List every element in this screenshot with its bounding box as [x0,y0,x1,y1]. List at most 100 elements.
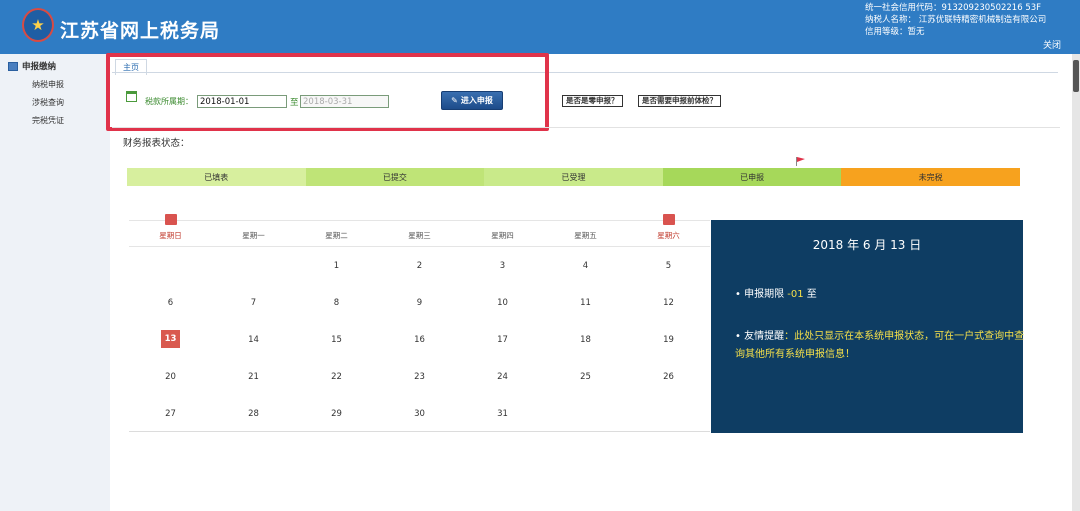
calendar-day-number: 26 [663,372,674,382]
calendar-day-number: 5 [665,261,672,271]
calendar-day[interactable]: 26 [627,372,710,382]
calendar-day[interactable]: 11 [544,298,627,308]
enter-declaration-label: 进入申报 [460,96,493,105]
taxpayer-name: 纳税人名称： 江苏优联特精密机械制造有限公司 [865,15,1047,25]
vertical-scrollbar[interactable] [1072,54,1080,511]
calendar-day[interactable]: 10 [461,298,544,308]
calendar-day[interactable]: 23 [378,372,461,382]
calendar-day[interactable]: 4 [544,261,627,271]
weekend-marker-icon [662,214,675,225]
calendar-day[interactable]: 1 [295,261,378,271]
calendar-day-number: 1 [333,261,340,271]
tax-bureau-logo-icon: ★ [22,8,54,42]
calendar-day-number: 4 [582,261,589,271]
calendar-day-number: 31 [497,409,508,419]
folder-icon [8,61,18,71]
weekday-header: 星期日 [159,231,182,240]
calendar-day[interactable]: 22 [295,372,378,382]
calendar-day[interactable]: 27 [129,409,212,419]
weekday-header: 星期六 [657,231,680,240]
calendar-day-number: 9 [416,298,423,308]
calendar-day[interactable]: 19 [627,335,710,345]
calendar-day-number: 20 [165,372,176,382]
calendar-day-number: 23 [414,372,425,382]
calendar-day-number: 3 [499,261,506,271]
pre-check-button[interactable]: 是否需要申报前体检？ [638,95,721,107]
calendar-day-number: 27 [165,409,176,419]
calendar-day[interactable]: 31 [461,409,544,419]
calendar-day[interactable]: 24 [461,372,544,382]
close-link[interactable]: 关闭 [1043,38,1061,51]
calendar-day[interactable]: 28 [212,409,295,419]
calendar-day[interactable]: 6 [129,298,212,308]
tip-label: • 友情提醒 [735,331,785,342]
calendar-day-number: 7 [250,298,257,308]
status-segment-submitted: 已提交 [305,168,485,186]
credit-code: 统一社会信用代码：913209230502216 53F [865,3,1042,13]
calendar-day-number: 29 [331,409,342,419]
calendar-day-number: 10 [497,298,508,308]
period-end-input[interactable] [300,95,389,108]
calendar-day-number: 14 [248,335,259,345]
status-segment-declared: 已申报 [662,168,842,186]
enter-declaration-button[interactable]: ✎ 进入申报 [441,91,503,110]
site-title: 江苏省网上税务局 [60,20,221,42]
status-title: 财务报表状态： [123,138,190,149]
calendar-day-number: 15 [331,335,342,345]
calendar-day[interactable]: 21 [212,372,295,382]
calendar-day[interactable]: 30 [378,409,461,419]
calendar-day[interactable]: 5 [627,261,710,271]
calendar-day[interactable]: 17 [461,335,544,345]
calendar-day[interactable]: 20 [129,372,212,382]
status-segment-accepted: 已受理 [484,168,663,186]
deadline-label: • 申报期限 [735,289,785,300]
tab-underline [112,72,1058,73]
calendar-day[interactable]: 18 [544,335,627,345]
info-panel: 2018 年 6 月 13 日 • 申报期限 -01 至 • 友情提醒：此处只显… [711,220,1024,433]
calendar-day[interactable]: 9 [378,298,461,308]
calendar-day-number: 18 [580,335,591,345]
deadline-suffix: 至 [806,289,817,300]
status-segment-filled: 已填表 [127,168,306,186]
calendar-day-number: 21 [248,372,259,382]
calendar-day[interactable]: 13 [129,330,212,348]
calendar-day[interactable]: 16 [378,335,461,345]
zero-declaration-button[interactable]: 是否是零申报？ [562,95,623,107]
to-label: 至 [290,98,299,108]
calendar-day-number: 11 [580,298,591,308]
sidebar-item-tax-query[interactable]: 涉税查询 [32,97,64,108]
deadline-value: -01 [787,289,804,300]
status-progress-bar: 已填表 已提交 已受理 已申报 未完税 [127,168,1020,186]
current-date: 2018 年 6 月 13 日 [812,238,922,252]
calendar-day[interactable]: 7 [212,298,295,308]
calendar-day-number: 12 [663,298,674,308]
calendar-day-number: 13 [161,330,180,348]
calendar-day[interactable]: 8 [295,298,378,308]
pencil-icon: ✎ [451,96,458,105]
calendar-day-number: 2 [416,261,423,271]
sidebar-item-tax-filing[interactable]: 纳税申报 [32,79,64,90]
calendar-bottom-line [129,431,710,432]
calendar-day[interactable]: 14 [212,335,295,345]
calendar-day[interactable]: 29 [295,409,378,419]
calendar-day[interactable]: 3 [461,261,544,271]
weekday-header: 星期二 [325,231,348,240]
weekend-marker-icon [164,214,177,225]
calendar-day[interactable]: 25 [544,372,627,382]
calendar-day-number: 8 [333,298,340,308]
weekday-header: 星期一 [242,231,265,240]
scroll-thumb[interactable] [1073,60,1079,92]
calendar-day[interactable]: 2 [378,261,461,271]
calendar-day-number: 28 [248,409,259,419]
calendar-day-number: 22 [331,372,342,382]
sidebar-header[interactable]: 申报缴纳 [8,60,56,72]
weekday-header: 星期五 [574,231,597,240]
taxpayer-info: 统一社会信用代码：913209230502216 53F 纳税人名称： 江苏优联… [865,2,1046,38]
period-start-input[interactable] [197,95,287,108]
calendar-day[interactable]: 15 [295,335,378,345]
sidebar-item-tax-certificate[interactable]: 完税凭证 [32,115,64,126]
calendar-day-number: 30 [414,409,425,419]
section-divider [112,127,1060,128]
credit-level: 信用等级：暂无 [865,27,925,37]
calendar-day[interactable]: 12 [627,298,710,308]
